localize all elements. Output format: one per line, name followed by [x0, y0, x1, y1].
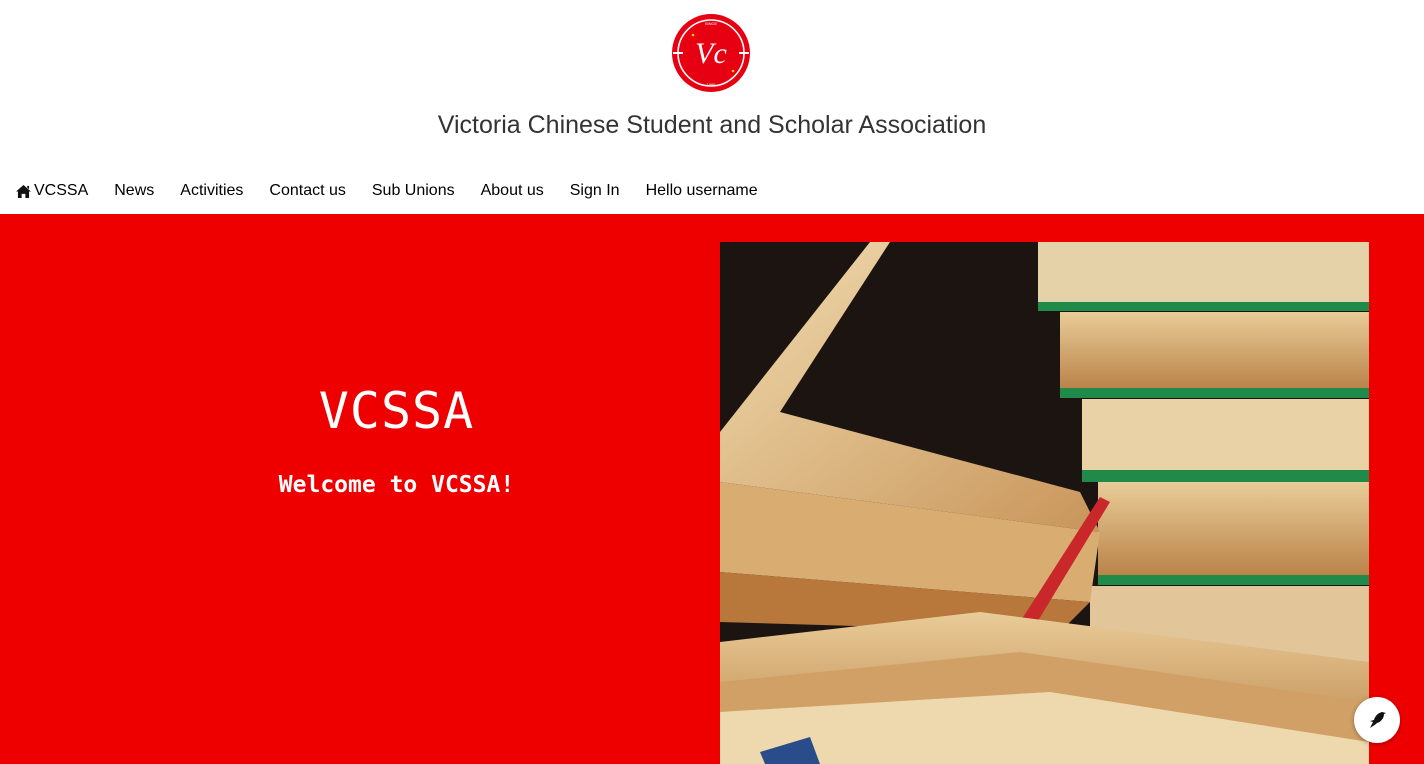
nav-item-contact[interactable]: Contact us: [269, 182, 345, 200]
nav-item-home[interactable]: VCSSA: [16, 182, 88, 200]
hero-banner: VCSSA Welcome to VCSSA!: [0, 214, 1424, 764]
nav-item-user-greeting[interactable]: Hello username: [646, 182, 758, 200]
site-title: Victoria Chinese Student and Scholar Ass…: [437, 111, 987, 139]
svg-text:Vc: Vc: [695, 37, 727, 70]
hero-subtitle: Welcome to VCSSA!: [278, 472, 515, 498]
books-photo: [720, 242, 1369, 764]
nav-item-label: VCSSA: [34, 182, 89, 199]
site-header: SINCE 1996 Vc Victoria Chinese Student a…: [0, 0, 1424, 214]
svg-text:SINCE: SINCE: [705, 21, 718, 26]
nav-item-sub-unions[interactable]: Sub Unions: [372, 182, 455, 200]
home-icon: [16, 184, 31, 198]
chat-widget-button[interactable]: [1354, 697, 1400, 743]
nav-item-about[interactable]: About us: [481, 182, 544, 200]
nav-item-sign-in[interactable]: Sign In: [570, 182, 620, 200]
hero-title: VCSSA: [318, 382, 475, 440]
nav-item-news[interactable]: News: [114, 182, 154, 200]
nav-item-activities[interactable]: Activities: [180, 182, 243, 200]
vcssa-logo[interactable]: SINCE 1996 Vc: [671, 13, 751, 93]
svg-text:1996: 1996: [707, 82, 717, 87]
bird-icon: [1370, 712, 1386, 728]
main-nav: VCSSA News Activities Contact us Sub Uni…: [16, 179, 758, 203]
